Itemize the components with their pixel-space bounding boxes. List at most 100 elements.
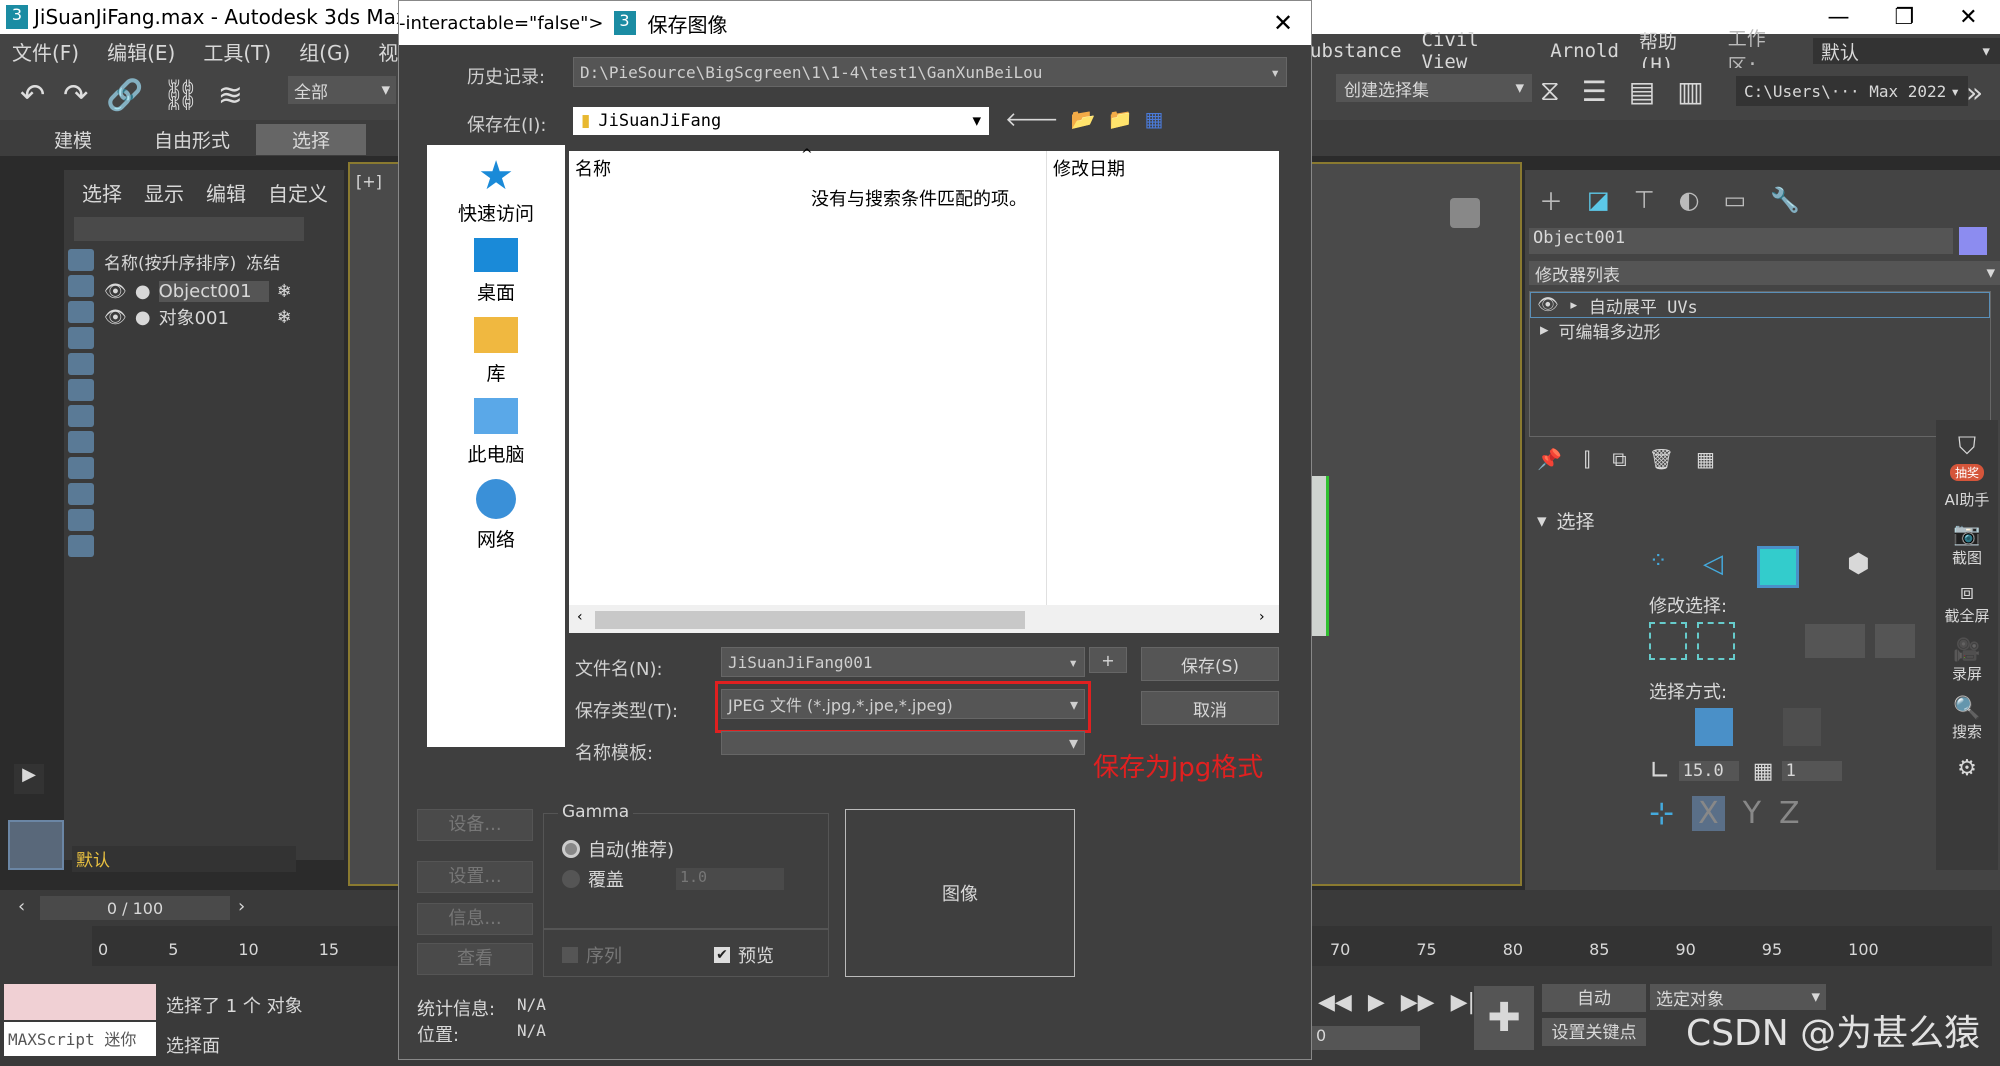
undo-icon[interactable]: ↶ xyxy=(20,78,45,113)
close-icon[interactable]: ✕ xyxy=(1959,5,1977,30)
menu-file[interactable]: 文件(F) xyxy=(12,37,79,66)
freeze-icon[interactable]: ❄ xyxy=(277,307,292,328)
scroll-left-icon[interactable]: ‹ xyxy=(577,609,583,625)
configure-modifier-sets-icon[interactable]: ▦ xyxy=(1696,447,1715,471)
gamma-override-radio[interactable]: 覆盖 xyxy=(562,866,624,892)
side-tool-screenshot[interactable]: 截图 xyxy=(1936,547,1998,568)
angle-icon[interactable]: ∟ xyxy=(1649,756,1671,786)
column-name-header[interactable]: 名称(按升序排序) xyxy=(104,249,236,274)
object-color-swatch[interactable] xyxy=(1959,227,1987,255)
spacewarp-filter-icon[interactable] xyxy=(68,379,94,401)
maxscript-mini-input[interactable]: MAXScript 迷你 xyxy=(4,1022,156,1056)
ribbon-tab-freeform[interactable]: 自由形式 xyxy=(134,124,250,155)
prev-frame-icon[interactable]: ‹ xyxy=(18,896,25,917)
fullscreen-capture-icon[interactable]: ⧈ xyxy=(1936,580,1998,605)
shield-icon[interactable]: ⛉ xyxy=(1936,432,1998,460)
hidden-filter-icon[interactable] xyxy=(68,535,94,557)
ribbon-toggle-icon[interactable]: ▥ xyxy=(1677,75,1703,108)
device-button[interactable]: 设备... xyxy=(417,809,533,841)
goto-end-icon[interactable]: ▶| xyxy=(1451,990,1475,1015)
set-keys-button[interactable]: 设置关键点 xyxy=(1542,1018,1646,1046)
add-key-button[interactable]: ✚ xyxy=(1474,986,1534,1050)
xref-filter-icon[interactable] xyxy=(68,431,94,453)
new-folder-icon[interactable]: 📁 xyxy=(1108,107,1133,131)
geometry-filter-icon[interactable] xyxy=(68,249,94,271)
record-icon[interactable]: 🎥 xyxy=(1936,638,1998,663)
menu-substance[interactable]: ubstance xyxy=(1310,40,1402,62)
shape-filter-icon[interactable] xyxy=(68,275,94,297)
increment-filename-button[interactable]: + xyxy=(1089,647,1127,673)
more-chevron-icon[interactable]: » xyxy=(1966,76,1983,109)
bone-filter-icon[interactable] xyxy=(68,457,94,479)
horizontal-scrollbar[interactable]: ‹ › xyxy=(569,605,1279,633)
eye-icon[interactable]: 👁 xyxy=(1537,295,1559,315)
view-menu-icon[interactable]: ▦ xyxy=(1144,107,1163,131)
expand-arrow-icon[interactable]: ▸ xyxy=(1569,295,1579,315)
scroll-right-icon[interactable]: › xyxy=(1259,609,1265,625)
layer-explorer-icon[interactable]: ▤ xyxy=(1629,75,1655,108)
ring-selection-icon[interactable] xyxy=(1805,624,1865,658)
cancel-button[interactable]: 取消 xyxy=(1141,691,1279,725)
camera-icon[interactable]: 📷 xyxy=(1936,522,1998,547)
view-button[interactable]: 查看 xyxy=(417,943,533,975)
make-unique-icon[interactable]: ⧉ xyxy=(1612,447,1626,471)
render-toggle-icon[interactable]: ● xyxy=(135,307,151,328)
side-tool-fullscreen[interactable]: 截全屏 xyxy=(1936,605,1998,626)
count-spinner[interactable]: 1 xyxy=(1781,761,1842,781)
place-network[interactable]: 网络 xyxy=(427,479,565,552)
maxscript-listener[interactable] xyxy=(4,984,156,1020)
menu-group[interactable]: 组(G) xyxy=(299,37,350,66)
filename-input[interactable]: JiSuanJiFang001 ▾ xyxy=(721,647,1085,677)
gamma-auto-radio[interactable]: 自动(推荐) xyxy=(562,836,674,862)
place-this-pc[interactable]: 此电脑 xyxy=(427,398,565,467)
align-icon[interactable]: ☰ xyxy=(1582,75,1607,108)
menu-views[interactable]: 视 xyxy=(378,37,398,66)
freeze-icon[interactable]: ❄ xyxy=(277,281,292,302)
filetype-dropdown[interactable]: JPEG 文件 (*.jpg,*.jpe,*.jpeg) ▾ xyxy=(721,689,1085,719)
project-path-dropdown[interactable]: C:\Users\··· Max 2022 ▾ xyxy=(1736,76,1968,106)
display-tab-icon[interactable]: ▭ xyxy=(1724,186,1747,214)
object-name-field[interactable]: Object001 xyxy=(1529,228,1953,254)
setup-button[interactable]: 设置... xyxy=(417,861,533,893)
menu-tools[interactable]: 工具(T) xyxy=(203,37,271,66)
scene-object[interactable] xyxy=(1310,476,1329,636)
viewcube-icon[interactable] xyxy=(1450,198,1480,228)
modifier-list-dropdown[interactable]: 修改器列表 ▾ xyxy=(1529,261,2000,286)
prev-key-icon[interactable]: ◀◀ xyxy=(1318,990,1352,1015)
bind-spacewarp-icon[interactable]: ≋ xyxy=(218,78,243,113)
modifier-stack-item[interactable]: 👁 ▸ 自动展平 UVs xyxy=(1530,292,1990,318)
search-icon[interactable]: 🔍 xyxy=(1936,696,1998,721)
utilities-tab-icon[interactable]: 🔧 xyxy=(1770,186,1800,214)
select-by-cube-icon[interactable] xyxy=(1695,708,1733,746)
pivot-icon[interactable]: ⊹ xyxy=(1649,796,1674,831)
frozen-filter-icon[interactable] xyxy=(68,509,94,531)
column-header-name[interactable]: 名称 xyxy=(575,155,611,181)
gear-icon[interactable]: ⚙ xyxy=(1936,756,1998,781)
grow-selection-icon[interactable] xyxy=(1649,622,1687,660)
minimize-icon[interactable]: — xyxy=(1827,5,1849,30)
ribbon-tab-modeling[interactable]: 建模 xyxy=(18,124,128,155)
save-in-dropdown[interactable]: ▮ JiSuanJiFang ▾ xyxy=(573,107,989,135)
modifier-stack-item[interactable]: ▸ 可编辑多边形 xyxy=(1530,318,1990,343)
auto-key-button[interactable]: 自动 xyxy=(1542,984,1646,1012)
scene-list-item[interactable]: 👁 ● Object001 ❄ xyxy=(104,278,344,304)
hierarchy-tab-icon[interactable]: ⊤ xyxy=(1634,186,1655,214)
sequence-checkbox[interactable]: 序列 xyxy=(562,942,622,968)
play-icon[interactable]: ▶ xyxy=(1368,990,1385,1015)
show-end-result-icon[interactable]: ⫿ xyxy=(1584,447,1590,471)
select-by-path-icon[interactable] xyxy=(1783,708,1821,746)
ribbon-tab-selection[interactable]: 选择 xyxy=(256,124,367,155)
angle-spinner[interactable]: 15.0 xyxy=(1678,761,1739,781)
render-toggle-icon[interactable]: ● xyxy=(135,281,151,302)
next-key-icon[interactable]: ▶▶ xyxy=(1401,990,1435,1015)
time-slider[interactable]: 0 / 100 xyxy=(40,896,230,920)
lottery-badge[interactable]: 抽奖 xyxy=(1950,464,1984,481)
workspace-dropdown[interactable]: 默认 ▾ xyxy=(1812,38,2000,64)
expand-arrow-icon[interactable]: ▸ xyxy=(1540,320,1549,340)
menu-arnold[interactable]: Arnold xyxy=(1550,40,1619,62)
scene-menu-edit[interactable]: 编辑 xyxy=(206,178,246,207)
viewport-thumb[interactable] xyxy=(8,820,64,870)
link-icon[interactable]: 🔗 xyxy=(106,78,143,113)
layer-field[interactable]: 默认 xyxy=(72,846,296,872)
next-frame-icon[interactable]: › xyxy=(238,896,245,917)
